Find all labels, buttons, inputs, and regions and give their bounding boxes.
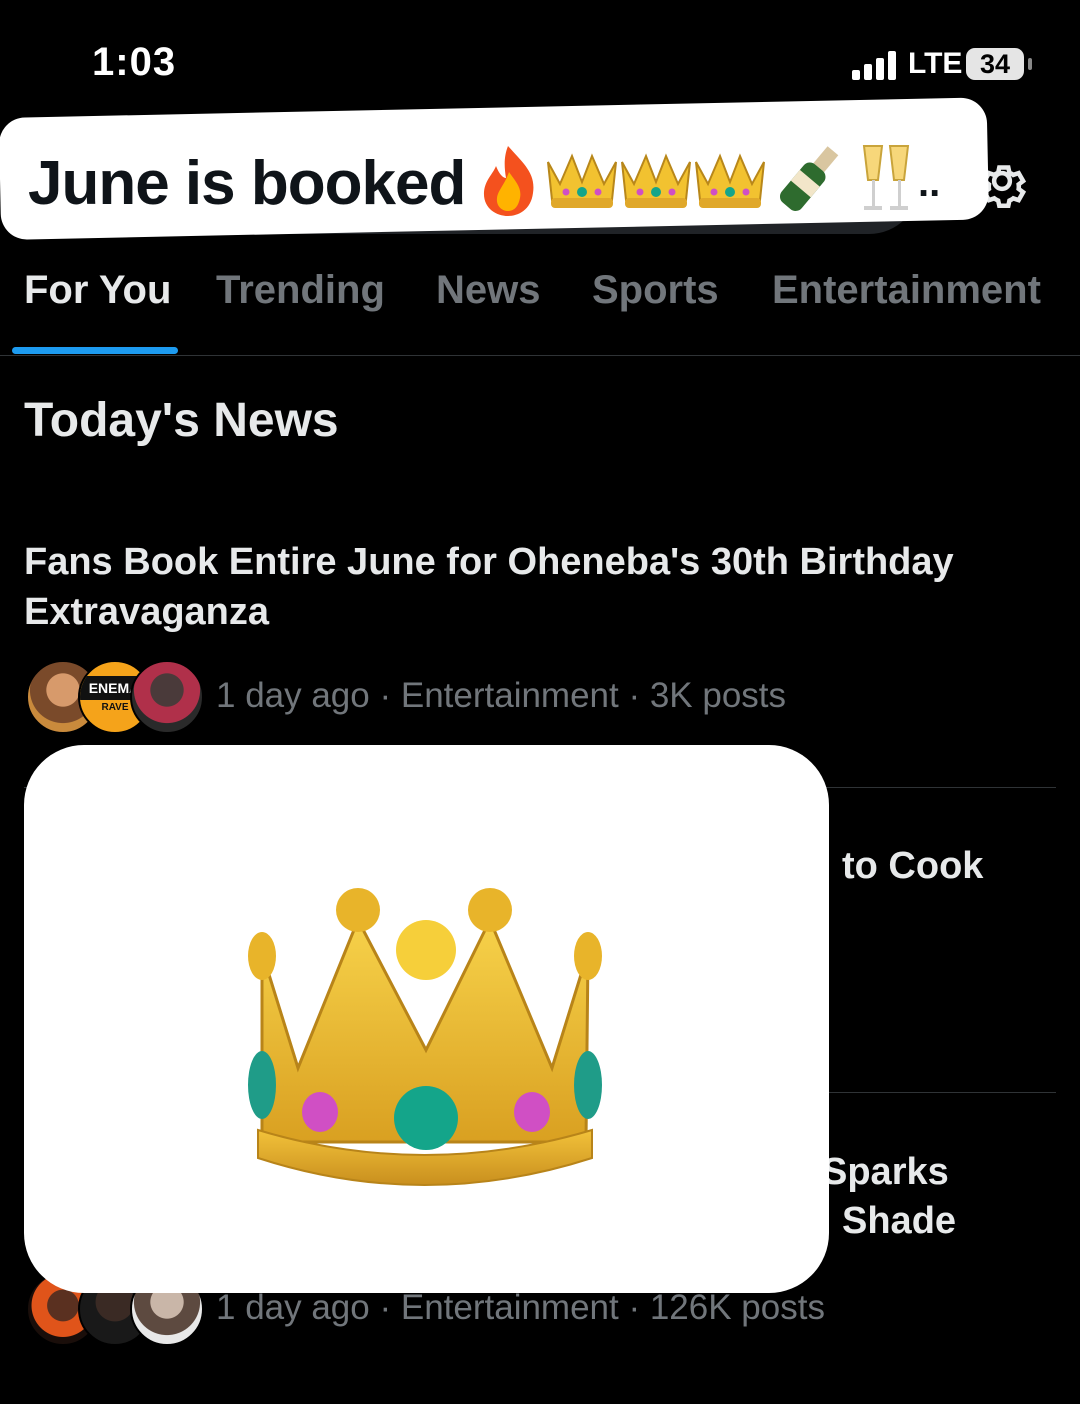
tab-trending[interactable]: Trending (216, 268, 385, 313)
tab-for-you[interactable]: For You (24, 268, 171, 313)
story-headline-fragment[interactable]: to Cook (842, 845, 983, 888)
caption-emoji-row: .. (483, 145, 940, 216)
crown-icon (547, 153, 617, 208)
story-headline[interactable]: Fans Book Entire June for Oheneba's 30th… (24, 537, 1044, 637)
champagne-icon (779, 146, 839, 211)
tab-entertainment[interactable]: Entertainment (772, 268, 1041, 313)
tab-news[interactable]: News (436, 268, 541, 313)
active-tab-indicator (12, 347, 178, 354)
story-avatars: ENEMA RAVE (26, 660, 204, 734)
battery-cap-icon (1028, 58, 1032, 70)
status-time: 1:03 (92, 40, 177, 84)
network-type: LTE (908, 47, 963, 80)
signal-strength-icon (852, 50, 900, 80)
crown-icon (621, 153, 691, 208)
story-meta: 1 day ago · Entertainment · 3K posts (216, 676, 787, 715)
caption-text: June is booked (28, 149, 466, 218)
story-meta: 1 day ago · Entertainment · 126K posts (216, 1288, 825, 1327)
section-title: Today's News (24, 394, 339, 447)
fire-icon (483, 146, 534, 216)
tab-sports[interactable]: Sports (592, 268, 719, 313)
avatar (130, 660, 204, 734)
caption-ellipsis: .. (918, 161, 940, 205)
tab-divider (0, 355, 1080, 356)
crown-icon (248, 888, 602, 1186)
crown-icon (695, 153, 765, 208)
battery-icon: 34 (966, 48, 1024, 80)
story-headline-fragment[interactable]: Sparks (822, 1151, 949, 1194)
clinking-glasses-icon (862, 145, 910, 210)
story-headline-fragment[interactable]: Shade (842, 1200, 956, 1243)
tab-bar: For You Trending News Sports Entertainme… (0, 268, 1080, 356)
